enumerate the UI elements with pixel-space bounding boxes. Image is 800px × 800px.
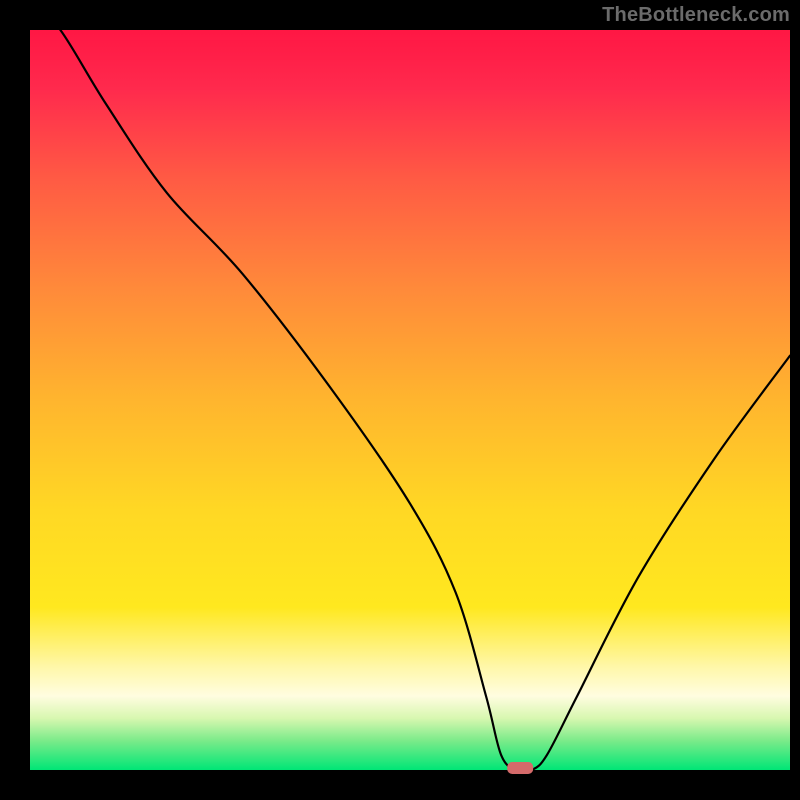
watermark-text: TheBottleneck.com — [602, 4, 790, 27]
bottleneck-chart — [0, 0, 800, 800]
optimal-marker — [507, 762, 533, 774]
chart-container: TheBottleneck.com — [0, 0, 800, 800]
plot-background — [30, 30, 790, 770]
